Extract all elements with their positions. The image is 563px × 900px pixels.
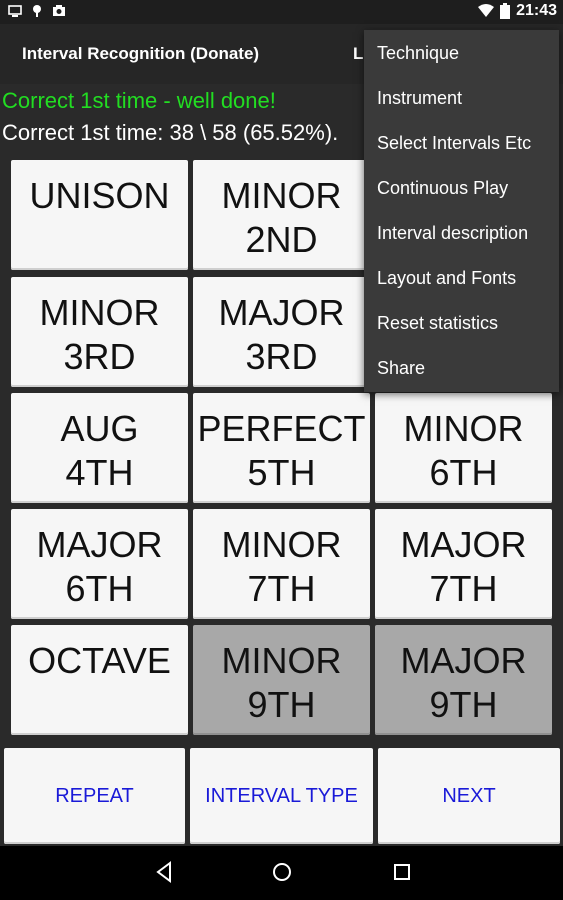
menu-item-layout-fonts[interactable]: Layout and Fonts — [377, 268, 516, 289]
unison-label: UNISON — [29, 175, 170, 216]
perfect-5th-button[interactable]: PERFECT 5TH — [193, 393, 370, 503]
repeat-label: REPEAT — [55, 784, 134, 807]
octave-button[interactable]: OCTAVE — [11, 625, 188, 735]
recents-icon[interactable] — [392, 861, 412, 883]
menu-item-interval-description[interactable]: Interval description — [377, 223, 528, 244]
major-9th-label: MAJOR 9TH — [400, 640, 527, 725]
status-icons-right: 21:43 — [478, 2, 557, 20]
navigation-bar — [0, 846, 563, 900]
octave-label: OCTAVE — [28, 640, 171, 681]
menu-item-technique[interactable]: Technique — [377, 43, 459, 64]
minor-6th-label: MINOR 6TH — [403, 408, 524, 493]
menu-item-share[interactable]: Share — [377, 358, 425, 379]
status-time: 21:43 — [516, 2, 557, 19]
interval-type-button[interactable]: INTERVAL TYPE — [190, 748, 373, 844]
overflow-menu: Technique Instrument Select Intervals Et… — [364, 30, 559, 392]
aug-4th-label: AUG 4TH — [60, 408, 139, 493]
major-6th-button[interactable]: MAJOR 6TH — [11, 509, 188, 619]
battery-icon — [500, 3, 511, 19]
minor-7th-button[interactable]: MINOR 7TH — [193, 509, 370, 619]
minor-3rd-label: MINOR 3RD — [39, 292, 160, 377]
home-icon[interactable] — [271, 861, 293, 883]
status-bar: 21:43 — [0, 0, 563, 24]
perfect-5th-label: PERFECT 5TH — [197, 408, 366, 493]
screen-icon — [8, 5, 22, 17]
major-9th-button[interactable]: MAJOR 9TH — [375, 625, 552, 735]
minor-9th-label: MINOR 9TH — [221, 640, 342, 725]
next-label: NEXT — [442, 784, 496, 807]
minor-9th-button[interactable]: MINOR 9TH — [193, 625, 370, 735]
repeat-button[interactable]: REPEAT — [4, 748, 185, 844]
photo-icon — [53, 5, 65, 16]
notification-icon — [33, 5, 41, 17]
interval-type-label: INTERVAL TYPE — [205, 784, 358, 807]
minor-2nd-button[interactable]: MINOR 2ND — [193, 160, 370, 270]
menu-item-instrument[interactable]: Instrument — [377, 88, 462, 109]
minor-7th-label: MINOR 7TH — [221, 524, 342, 609]
next-button[interactable]: NEXT — [378, 748, 560, 844]
back-icon[interactable] — [154, 861, 174, 883]
app-title: Interval Recognition (Donate) — [22, 44, 260, 63]
major-7th-button[interactable]: MAJOR 7TH — [375, 509, 552, 619]
status-icons-left — [8, 4, 66, 18]
wifi-icon — [478, 4, 495, 17]
menu-item-continuous-play[interactable]: Continuous Play — [377, 178, 508, 199]
minor-2nd-label: MINOR 2ND — [221, 175, 342, 260]
unison-button[interactable]: UNISON — [11, 160, 188, 270]
minor-3rd-button[interactable]: MINOR 3RD — [11, 277, 188, 387]
feedback-message: Correct 1st time - well done! — [2, 88, 276, 113]
menu-item-select-intervals[interactable]: Select Intervals Etc — [377, 133, 531, 154]
app-bar-truncated-label: L — [353, 44, 364, 63]
minor-6th-button[interactable]: MINOR 6TH — [375, 393, 552, 503]
major-3rd-button[interactable]: MAJOR 3RD — [193, 277, 370, 387]
score-stats: Correct 1st time: 38 \ 58 (65.52%). — [2, 120, 339, 145]
menu-item-reset-statistics[interactable]: Reset statistics — [377, 313, 498, 334]
major-3rd-label: MAJOR 3RD — [218, 292, 345, 377]
major-7th-label: MAJOR 7TH — [400, 524, 527, 609]
major-6th-label: MAJOR 6TH — [36, 524, 163, 609]
aug-4th-button[interactable]: AUG 4TH — [11, 393, 188, 503]
